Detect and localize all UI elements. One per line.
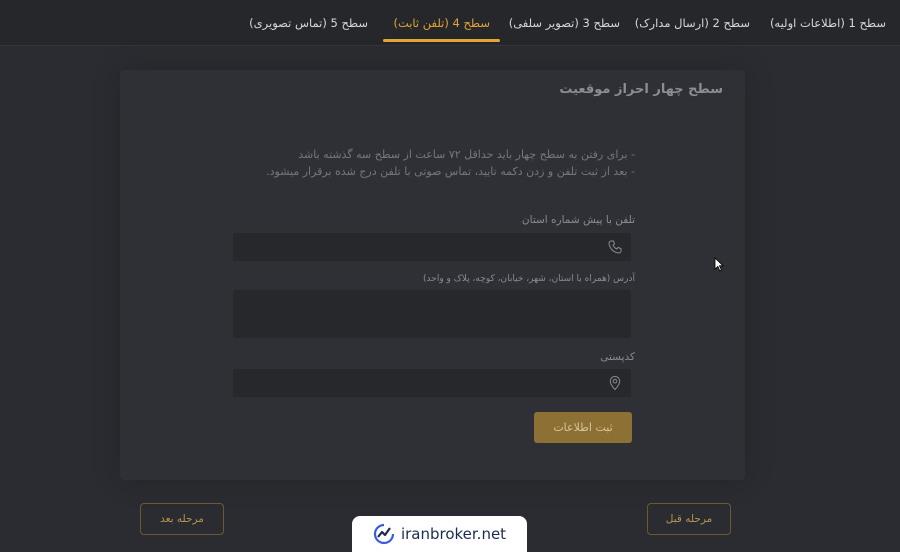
info-notes: - برای رفتن به سطح چهار باید حداقل ۷۲ سا… — [266, 146, 635, 180]
tab-level-5[interactable]: سطح 5 (تماس تصویری) — [249, 0, 368, 46]
postal-code-label: کدپستی — [600, 351, 635, 363]
location-pin-icon — [609, 375, 621, 391]
tab-level-3[interactable]: سطح 3 (تصویر سلفی) — [509, 0, 620, 46]
level-tabs: سطح 1 (اطلاعات اولیه) سطح 2 (ارسال مدارک… — [0, 0, 900, 46]
address-textarea[interactable] — [233, 290, 631, 338]
address-label: آدرس (همراه با استان، شهر، خیابان، کوچه،… — [423, 274, 635, 284]
submit-button[interactable]: ثبت اطلاعات — [534, 412, 632, 443]
level-four-card: سطح چهار احراز موقعیت - برای رفتن به سطح… — [120, 70, 745, 480]
tab-level-2[interactable]: سطح 2 (ارسال مدارک) — [635, 0, 750, 46]
active-tab-indicator — [383, 39, 500, 42]
mouse-cursor-icon — [714, 257, 724, 272]
tab-level-1[interactable]: سطح 1 (اطلاعات اولیه) — [770, 0, 886, 46]
next-step-button[interactable]: مرحله بعد — [140, 503, 224, 535]
card-title: سطح چهار احراز موقعیت — [559, 82, 723, 97]
tab-level-4[interactable]: سطح 4 (تلفن ثابت) — [383, 0, 500, 46]
postal-code-input[interactable] — [233, 369, 631, 397]
phone-label: تلفن با پیش شماره استان — [521, 214, 635, 226]
info-line: - برای رفتن به سطح چهار باید حداقل ۷۲ سا… — [298, 148, 635, 161]
iranbroker-watermark: iranbroker.net — [352, 516, 527, 552]
info-line: - بعد از ثبت تلفن و زدن دکمه تایید، تماس… — [266, 165, 635, 178]
tab-level-4-label: سطح 4 (تلفن ثابت) — [393, 16, 490, 30]
phone-icon — [608, 240, 622, 254]
watermark-text: iranbroker.net — [400, 525, 507, 543]
previous-step-button[interactable]: مرحله قبل — [647, 503, 731, 535]
phone-input[interactable] — [233, 233, 631, 261]
iranbroker-logo-icon — [373, 523, 395, 545]
